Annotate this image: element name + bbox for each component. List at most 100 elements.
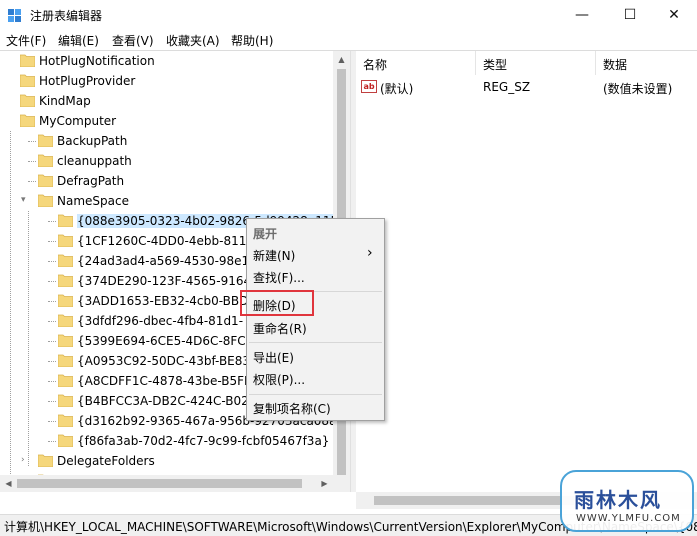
folder-icon — [38, 174, 53, 187]
delete-highlight-box — [240, 290, 314, 316]
tree-node[interactable]: cleanuppath — [0, 151, 340, 171]
watermark-url: WWW.YLMFU.COM — [576, 513, 681, 524]
tree-node-label: {3dfdf296-dbec-4fb4-81d1- — [77, 314, 244, 328]
tree-node-label: {374DE290-123F-4565-9164 — [77, 274, 252, 288]
tree-guide-line — [48, 221, 56, 222]
tree-horizontal-scrollbar[interactable]: ◀ ▶ — [0, 475, 333, 492]
context-menu-expand: 展开 — [253, 227, 278, 241]
scroll-right-arrow-icon[interactable]: ▶ — [316, 475, 333, 492]
context-menu-find[interactable]: 查找(F)... — [253, 269, 305, 289]
menu-edit[interactable]: 编辑(E) — [58, 32, 99, 49]
folder-icon — [58, 434, 73, 447]
folder-icon — [58, 274, 73, 287]
tree-node[interactable]: ▾ NameSpace — [0, 191, 340, 211]
menu-separator — [249, 342, 382, 343]
tree-node-label: {f86fa3ab-70d2-4fc7-9c99-fcbf05467f3a} — [77, 434, 330, 448]
folder-icon — [58, 214, 73, 227]
tree-node[interactable]: DefragPath — [0, 171, 340, 191]
tree-guide-line — [48, 281, 56, 282]
folder-icon — [58, 394, 73, 407]
window-title: 注册表编辑器 — [30, 9, 103, 23]
scroll-thumb[interactable] — [17, 479, 302, 488]
folder-icon — [58, 334, 73, 347]
tree-node-label: BackupPath — [57, 134, 128, 148]
folder-icon — [38, 194, 53, 207]
expanded-chevron-icon[interactable]: ▾ — [21, 195, 26, 205]
menu-separator — [249, 394, 382, 395]
tree-node-label: {A8CDFF1C-4878-43be-B5FI — [77, 374, 248, 388]
context-menu-new[interactable]: 新建(N) — [253, 247, 295, 267]
tree-node-label: MyComputer — [39, 114, 117, 128]
tree-node-label: HotPlugProvider — [39, 74, 136, 88]
watermark-logo: 雨林木风 WWW.YLMFU.COM — [560, 470, 694, 532]
tree-node-label: {5399E694-6CE5-4D6C-8FCE — [77, 334, 254, 348]
minimize-button[interactable]: — — [559, 0, 605, 30]
tree-node-label: {3ADD1653-EB32-4cb0-BBD — [77, 294, 249, 308]
tree-guide-line — [48, 381, 56, 382]
folder-icon — [58, 254, 73, 267]
tree-node[interactable]: BackupPath — [0, 131, 340, 151]
folder-icon — [58, 414, 73, 427]
folder-icon — [58, 234, 73, 247]
watermark-text: 雨林木风 — [574, 488, 662, 512]
menu-favorites[interactable]: 收藏夹(A) — [166, 32, 220, 49]
value-name[interactable]: (默认) — [380, 80, 413, 100]
folder-icon — [20, 114, 35, 127]
scroll-thumb[interactable] — [374, 496, 574, 505]
tree-guide-line — [48, 401, 56, 402]
tree-guide-line — [28, 161, 36, 162]
scroll-left-arrow-icon[interactable]: ◀ — [0, 475, 17, 492]
context-menu-copy-key-name[interactable]: 复制项名称(C) — [253, 400, 331, 420]
value-list-pane[interactable]: 名称 类型 数据 ab (默认) REG_SZ (数值未设置) — [356, 51, 697, 492]
tree-node[interactable]: KindMap — [0, 91, 340, 111]
tree-guide-line — [48, 301, 56, 302]
collapsed-chevron-icon[interactable]: › — [21, 455, 25, 465]
scroll-up-arrow-icon[interactable]: ▲ — [333, 51, 350, 68]
folder-icon — [20, 94, 35, 107]
context-menu: 展开 新建(N) › 查找(F)... 删除(D) 重命名(R) 导出(E) 权… — [246, 218, 385, 421]
tree-guide-line — [28, 181, 36, 182]
tree-node[interactable]: HotPlugNotification — [0, 51, 340, 71]
scroll-corner — [333, 475, 350, 492]
menu-view[interactable]: 查看(V) — [112, 32, 154, 49]
context-menu-rename[interactable]: 重命名(R) — [253, 320, 307, 340]
menu-help[interactable]: 帮助(H) — [231, 32, 273, 49]
column-header-name[interactable]: 名称 — [356, 51, 476, 75]
menu-bar: 文件(F) 编辑(E) 查看(V) 收藏夹(A) 帮助(H) — [0, 30, 697, 50]
tree-node[interactable]: MyComputer — [0, 111, 340, 131]
submenu-arrow-icon: › — [367, 245, 373, 261]
folder-icon — [58, 314, 73, 327]
tree-guide-line — [48, 361, 56, 362]
folder-icon — [38, 454, 53, 467]
tree-node-label: {B4BFCC3A-DB2C-424C-B02 — [77, 394, 249, 408]
tree-guide-line — [48, 241, 56, 242]
tree-guide-line — [48, 321, 56, 322]
folder-icon — [58, 374, 73, 387]
folder-icon — [58, 354, 73, 367]
column-header-data[interactable]: 数据 — [596, 51, 697, 75]
string-value-icon: ab — [361, 80, 377, 93]
tree-node-label: {1CF1260C-4DD0-4ebb-811 — [77, 234, 247, 248]
tree-node-label: NameSpace — [57, 194, 129, 208]
tree-node-label: {24ad3ad4-a569-4530-98e1 — [77, 254, 250, 268]
column-header-type[interactable]: 类型 — [476, 51, 596, 75]
tree-node-label: DefragPath — [57, 174, 125, 188]
context-menu-permissions[interactable]: 权限(P)... — [253, 371, 305, 391]
tree-guide-line — [48, 441, 56, 442]
tree-node[interactable]: {f86fa3ab-70d2-4fc7-9c99-fcbf05467f3a} — [0, 431, 340, 451]
close-button[interactable]: ✕ — [651, 0, 697, 30]
menu-file[interactable]: 文件(F) — [6, 32, 46, 49]
tree-guide-line — [48, 261, 56, 262]
tree-node-label: DelegateFolders — [57, 454, 155, 468]
tree-node[interactable]: › DelegateFolders — [0, 451, 340, 471]
tree-guide-line — [48, 421, 56, 422]
tree-node-label: cleanuppath — [57, 154, 132, 168]
folder-icon — [38, 134, 53, 147]
folder-icon — [20, 54, 35, 67]
tree-node-label: HotPlugNotification — [39, 54, 155, 68]
tree-node[interactable]: HotPlugProvider — [0, 71, 340, 91]
tree-guide-line — [28, 141, 36, 142]
tree-guide-line — [48, 341, 56, 342]
context-menu-export[interactable]: 导出(E) — [253, 349, 294, 369]
maximize-button[interactable]: ☐ — [607, 0, 653, 30]
